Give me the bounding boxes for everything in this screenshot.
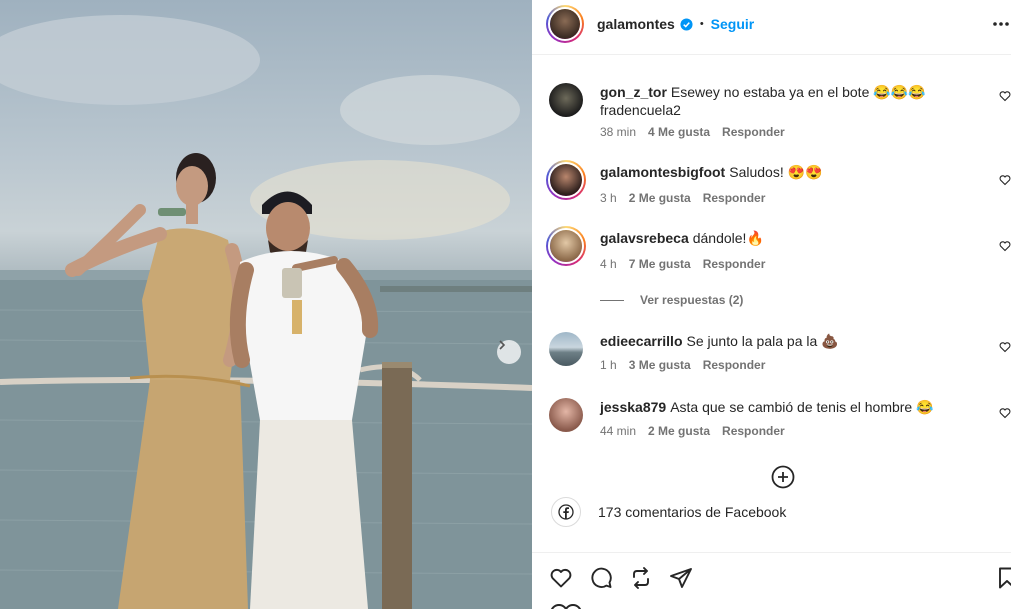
heart-icon[interactable] [549, 566, 573, 590]
facebook-comments-link[interactable]: 173 comentarios de Facebook [598, 504, 786, 520]
commenter-username[interactable]: gon_z_tor [600, 84, 667, 100]
facebook-icon [558, 504, 574, 520]
view-replies-label: Ver respuestas (2) [640, 293, 744, 307]
comment-text: Asta que se cambió de tenis el hombre 😂 [670, 399, 934, 415]
comment-content: gon_z_tor Esewey no estaba ya en el bote … [600, 83, 1000, 119]
repost-icon[interactable] [629, 566, 653, 590]
reply-button[interactable]: Responder [722, 125, 785, 139]
comment-text: dándole!🔥 [692, 230, 764, 246]
actions-divider [532, 552, 1011, 553]
follow-button[interactable]: Seguir [711, 16, 755, 32]
comment-content: galamontesbigfoot Saludos! 😍😍 [600, 163, 1000, 181]
post-action-bar [532, 566, 1011, 596]
view-replies-line [600, 299, 624, 301]
comment-meta: 3 h 2 Me gusta Responder [600, 191, 765, 205]
liker-avatar [564, 604, 582, 609]
like-comment-heart-icon[interactable] [999, 240, 1011, 252]
header-separator: • [699, 18, 704, 30]
plus-circle-icon[interactable] [771, 465, 795, 489]
view-replies-button[interactable]: Ver respuestas (2) [600, 293, 743, 307]
reply-button[interactable]: Responder [703, 358, 766, 372]
comment-likes[interactable]: 2 Me gusta [648, 424, 710, 438]
chevron-right-icon [499, 340, 506, 350]
post-header: galamontes • Seguir [532, 0, 1011, 48]
comments-list: gon_z_tor Esewey no estaba ya en el bote … [532, 55, 1011, 552]
comment-likes[interactable]: 3 Me gusta [629, 358, 691, 372]
like-comment-heart-icon[interactable] [999, 90, 1011, 102]
comment-icon[interactable] [589, 566, 613, 590]
commenter-avatar[interactable] [546, 395, 586, 435]
comment-text: Saludos! 😍😍 [729, 164, 823, 180]
comment-time: 38 min [600, 125, 637, 139]
comment-meta: 44 min 2 Me gusta Responder [600, 424, 785, 438]
commenter-username[interactable]: edieecarrillo [600, 333, 683, 349]
author-username[interactable]: galamontes [597, 16, 675, 32]
bookmark-icon[interactable] [995, 566, 1011, 590]
comment-likes[interactable]: 4 Me gusta [648, 125, 710, 139]
verified-badge-icon [680, 17, 693, 31]
author-avatar[interactable] [546, 5, 584, 43]
comment-likes[interactable]: 2 Me gusta [629, 191, 691, 205]
comment-content: edieecarrillo Se junto la pala pa la 💩 [600, 332, 1000, 350]
more-options-icon[interactable] [991, 14, 1011, 34]
like-comment-heart-icon[interactable] [999, 407, 1011, 419]
comment-time: 3 h [600, 191, 617, 205]
like-comment-heart-icon[interactable] [999, 341, 1011, 353]
commenter-avatar[interactable] [546, 329, 586, 369]
comment-text: Se junto la pala pa la 💩 [686, 333, 839, 349]
next-photo-button[interactable] [497, 340, 521, 364]
like-comment-heart-icon[interactable] [999, 174, 1011, 186]
facebook-comments-row: 173 comentarios de Facebook [546, 497, 786, 527]
commenter-username[interactable]: galamontesbigfoot [600, 164, 725, 180]
reply-button[interactable]: Responder [722, 424, 785, 438]
comment-time: 44 min [600, 424, 637, 438]
comment-content: jesska879 Asta que se cambió de tenis el … [600, 398, 1000, 416]
commenter-avatar[interactable] [546, 160, 586, 200]
reply-button[interactable]: Responder [703, 191, 766, 205]
comment-time: 4 h [600, 257, 617, 271]
liker-avatars[interactable] [550, 604, 582, 609]
reply-button[interactable]: Responder [703, 257, 766, 271]
commenter-username[interactable]: jesska879 [600, 399, 666, 415]
comment-likes[interactable]: 7 Me gusta [629, 257, 691, 271]
post-photo [0, 0, 532, 609]
comment-meta: 1 h 3 Me gusta Responder [600, 358, 765, 372]
commenter-avatar[interactable] [546, 80, 586, 120]
comment-meta: 38 min 4 Me gusta Responder [600, 125, 785, 139]
comment-meta: 4 h 7 Me gusta Responder [600, 257, 765, 271]
commenter-username[interactable]: galavsrebeca [600, 230, 689, 246]
post-side-panel: galamontes • Seguir gon_z_tor Esewey no e… [532, 0, 1011, 609]
comment-content: galavsrebeca dándole!🔥 [600, 229, 1000, 247]
facebook-badge [551, 497, 581, 527]
post-photo-image [0, 15, 532, 609]
share-icon[interactable] [669, 566, 693, 590]
comment-time: 1 h [600, 358, 617, 372]
commenter-avatar[interactable] [546, 226, 586, 266]
